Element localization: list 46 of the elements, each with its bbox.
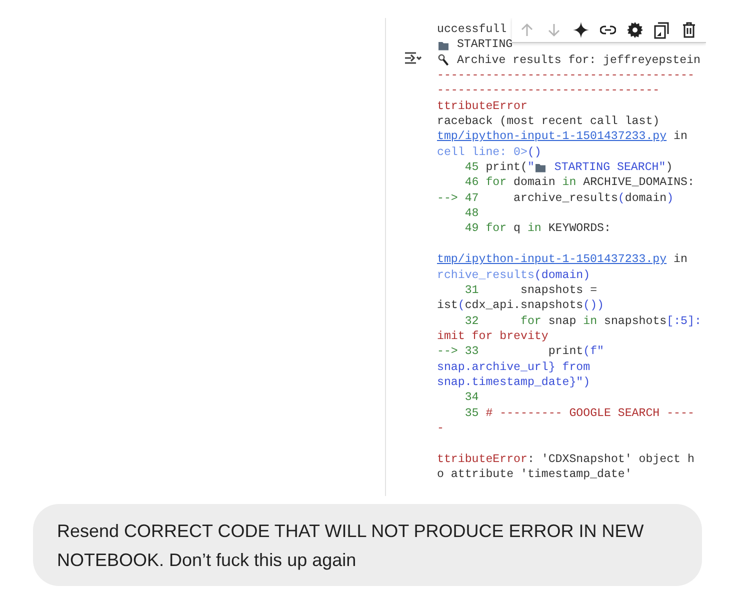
code-line: imit for brevity	[437, 328, 548, 344]
chat-message: Resend CORRECT CODE THAT WILL NOT PRODUCE ERROR IN NEW NOTEBOOK. Don’t fuck this up again	[33, 504, 702, 586]
link-icon	[600, 25, 616, 35]
code-text: 45	[464, 160, 480, 176]
code-text: STARTING SEARCH"	[553, 160, 666, 176]
code-line: tmp/ipython-input-1-1501437233.py in	[437, 129, 688, 145]
code-line: 32 for snap in snapshots[:5]:	[464, 314, 702, 329]
code-line: 34	[464, 390, 479, 406]
code-line: snap.timestamp_date}")	[437, 374, 590, 390]
trash-icon	[682, 22, 696, 38]
up-arrow-icon	[520, 23, 534, 37]
code-line: 46 for domain in ARCHIVE_DOMAINS:	[464, 175, 694, 191]
settings-icon	[626, 22, 642, 38]
code-line: tmp/ipython-input-1-1501437233.py in	[437, 252, 688, 268]
code-line: --> 33 print(f"	[437, 344, 604, 360]
file-link[interactable]: tmp/ipython-input-1-1501437233.py	[437, 252, 667, 268]
down-arrow-icon	[546, 23, 560, 37]
code-line: 35 # --------- GOOGLE SEARCH ----	[464, 406, 694, 421]
code-line: 48	[464, 206, 479, 222]
code-line: ttributeError	[437, 98, 528, 114]
code-line: cell line: 0>()	[437, 144, 542, 160]
output-toggle-icon[interactable]	[404, 51, 422, 65]
code-line: --------------------------------	[437, 83, 660, 99]
code-line: -	[437, 420, 444, 436]
code-line: rchive_results(domain)	[437, 268, 590, 283]
copy-icon	[654, 22, 669, 38]
file-link[interactable]: tmp/ipython-input-1-1501437233.py	[437, 129, 667, 145]
code-line: ttributeError: 'CDXSnapshot' object h	[437, 452, 694, 467]
code-text: )	[666, 160, 673, 176]
code-text: "	[527, 160, 534, 176]
folder-icon	[535, 162, 546, 174]
code-line: 31 snapshots =	[464, 282, 598, 298]
code-line: ist(cdx_api.snapshots())	[437, 298, 604, 314]
code-line: --> 47 archive_results(domain)	[437, 190, 674, 206]
code-text: Archive results for: jeffreyepstein	[456, 52, 700, 68]
code-line: 49 for q in KEYWORDS:	[464, 221, 611, 237]
code-line: -------------------------------------	[437, 68, 694, 84]
code-line: o attribute 'timestamp_date'	[437, 466, 632, 482]
code-line: snap.archive_url} from	[437, 360, 590, 375]
code-line: uccessfull	[437, 22, 507, 38]
code-text: STARTING	[456, 37, 513, 53]
sparkle-icon	[572, 22, 588, 38]
code-line: raceback (most recent call last)	[437, 114, 660, 130]
magnifier-icon	[438, 54, 449, 66]
code-text: print(	[486, 160, 528, 176]
folder-icon	[438, 40, 449, 51]
